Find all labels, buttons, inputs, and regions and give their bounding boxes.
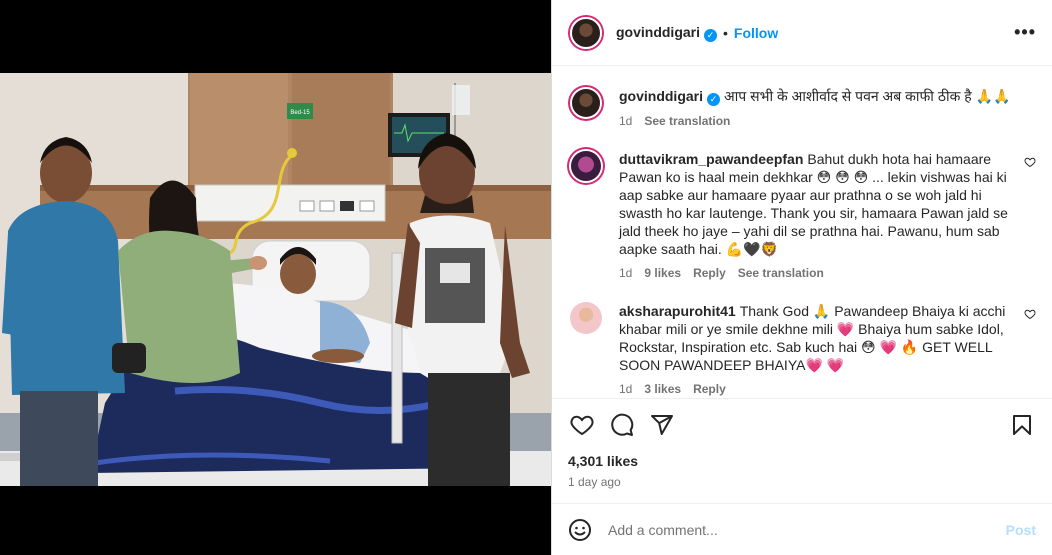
author-username[interactable]: govinddigari ✓ (616, 24, 717, 42)
bookmark-icon[interactable] (1008, 411, 1036, 439)
comment-input[interactable] (608, 521, 1006, 538)
see-translation-link[interactable]: See translation (644, 114, 730, 128)
comment-like-heart-icon[interactable] (1024, 308, 1036, 320)
hospital-photo-illustration: Bed-15 (0, 73, 551, 486)
caption-text: आप सभी के आशीर्वाद से पवन अब काफी ठीक है… (724, 88, 1011, 104)
caption-time[interactable]: 1d (619, 114, 632, 128)
comment-meta: 1d 3 likes Reply (619, 382, 1016, 396)
comment-item: duttavikram_pawandeepfan Bahut dukh hota … (570, 150, 1036, 280)
caption-text-line: govinddigari ✓ आप सभी के आशीर्वाद से पवन अ… (619, 87, 1036, 106)
comment-body: aksharapurohit41 Thank God 🙏 Pawandeep Bh… (619, 302, 1036, 396)
comment-likes[interactable]: 3 likes (644, 382, 681, 396)
see-translation-link[interactable]: See translation (738, 266, 824, 280)
comment-username[interactable]: aksharapurohit41 (619, 303, 736, 319)
verified-badge-icon: ✓ (704, 28, 717, 42)
media-pane: Bed-15 (0, 0, 551, 555)
post-photo[interactable]: Bed-15 (0, 73, 551, 486)
caption-meta: 1d See translation (619, 114, 1036, 128)
more-options-icon[interactable]: ••• (1014, 22, 1036, 43)
heart-icon[interactable] (568, 411, 596, 439)
reply-button[interactable]: Reply (693, 266, 726, 280)
author-avatar[interactable] (570, 16, 602, 49)
comment-avatar[interactable] (570, 302, 602, 334)
emoji-icon[interactable] (568, 518, 592, 542)
post-header: govinddigari ✓ • Follow ••• (552, 0, 1052, 66)
comment-time[interactable]: 1d (619, 266, 632, 280)
post-details-panel: govinddigari ✓ • Follow ••• govinddigari ✓… (551, 0, 1052, 555)
comment-time[interactable]: 1d (619, 382, 632, 396)
bed-sign-label: Bed-15 (290, 110, 310, 116)
comment-like-heart-icon[interactable] (1024, 156, 1036, 168)
comment-item: aksharapurohit41 Thank God 🙏 Pawandeep Bh… (570, 302, 1036, 396)
comments-list[interactable]: govinddigari ✓ आप सभी के आशीर्वाद से पवन अ… (552, 67, 1052, 398)
add-comment-bar: Post (552, 503, 1052, 555)
comment-text-line: aksharapurohit41 Thank God 🙏 Pawandeep Bh… (619, 302, 1016, 374)
comment-text-line: duttavikram_pawandeepfan Bahut dukh hota … (619, 150, 1016, 258)
caption: govinddigari ✓ आप सभी के आशीर्वाद से पवन अ… (570, 87, 1036, 128)
caption-author-avatar[interactable] (572, 89, 600, 117)
reply-button[interactable]: Reply (693, 382, 726, 396)
follow-button[interactable]: Follow (734, 25, 778, 41)
share-icon[interactable] (648, 411, 676, 439)
action-icons-row (568, 411, 1036, 439)
instagram-post-view: Bed-15 govinddigari ✓ • Follow ••• govin… (0, 0, 1052, 555)
caption-body: govinddigari ✓ आप सभी के आशीर्वाद से पवन अ… (619, 87, 1036, 128)
likes-count[interactable]: 4,301 likes (568, 453, 1036, 469)
verified-badge-icon: ✓ (707, 93, 720, 106)
comment-icon[interactable] (608, 411, 636, 439)
separator-dot: • (723, 24, 728, 41)
post-date[interactable]: 1 day ago (568, 475, 1036, 489)
comment-avatar[interactable] (571, 151, 601, 181)
caption-username[interactable]: govinddigari (619, 88, 703, 104)
comment-body: duttavikram_pawandeepfan Bahut dukh hota … (619, 150, 1036, 280)
post-actions: 4,301 likes 1 day ago (552, 398, 1052, 506)
comment-username[interactable]: duttavikram_pawandeepfan (619, 151, 803, 167)
post-comment-button[interactable]: Post (1006, 522, 1036, 538)
comment-likes[interactable]: 9 likes (644, 266, 681, 280)
comment-meta: 1d 9 likes Reply See translation (619, 266, 1016, 280)
